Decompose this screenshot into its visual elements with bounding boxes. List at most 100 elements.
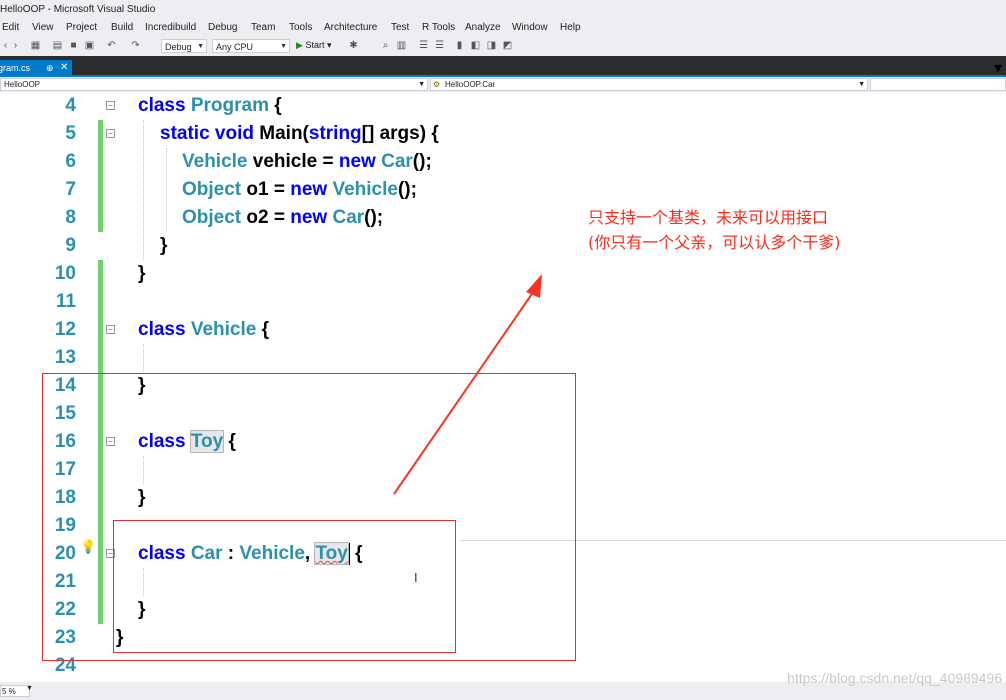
line-number: 9 (65, 235, 76, 256)
forward-icon[interactable]: › (10, 40, 21, 51)
keyword: void (214, 123, 254, 144)
line-number: 4 (65, 95, 76, 116)
type-name: Object (182, 179, 242, 200)
browser-link-icon[interactable]: ✱ (348, 40, 359, 51)
menu-rtools[interactable]: R Tools (422, 22, 455, 33)
brace: { (274, 95, 282, 116)
next-bookmark-icon[interactable]: ◨ (486, 40, 497, 51)
keyword: new (338, 151, 376, 172)
save-icon[interactable]: ■ (68, 40, 79, 51)
indent-guide (166, 148, 167, 232)
menu-view[interactable]: View (32, 22, 54, 33)
type-name: Vehicle (182, 151, 248, 172)
chevron-down-icon[interactable]: ▾ (994, 58, 1006, 77)
menu-window[interactable]: Window (512, 22, 548, 33)
configuration-dropdown[interactable]: Debug ▼ (161, 39, 207, 53)
redo-icon[interactable]: ↷ (130, 40, 141, 51)
menu-analyze[interactable]: Analyze (465, 22, 501, 33)
member-value: HelloOOP.Car (445, 80, 496, 89)
line-number: 11 (55, 291, 76, 312)
bookmark-icon[interactable]: ▮ (454, 40, 465, 51)
annotation-arrow (393, 274, 542, 495)
line-number: 12 (54, 319, 76, 340)
annotation-text-line-2: (你只有一个父亲，可以认多个干爹) (588, 233, 841, 252)
zoom-value: 5 % (2, 687, 16, 696)
menu-team[interactable]: Team (251, 22, 275, 33)
keyword: static (160, 123, 210, 144)
chevron-down-icon: ▼ (280, 43, 287, 50)
watermark-text: https://blog.csdn.net/qq_40989496 (787, 670, 1002, 686)
third-dropdown[interactable] (870, 78, 1006, 91)
identifier: vehicle = (252, 151, 339, 172)
keyword: new (290, 207, 328, 228)
project-dropdown[interactable]: HelloOOP ▼ (0, 78, 428, 91)
arrow-head (526, 274, 542, 298)
code-line-9: } (160, 235, 168, 256)
code-line-7: Object o1 = new Vehicle(); (182, 176, 417, 204)
prev-bookmark-icon[interactable]: ◧ (470, 40, 481, 51)
pin-icon[interactable]: ⊕ (46, 60, 54, 76)
tab-label: Program.cs (0, 63, 31, 73)
class-icon: ⚙ (433, 80, 441, 89)
menu-build[interactable]: Build (111, 22, 133, 33)
keyword: class (138, 95, 186, 116)
chevron-down-icon: ▼ (858, 81, 865, 88)
type-name: Car (381, 151, 413, 172)
new-project-icon[interactable]: ▦ (30, 40, 41, 51)
save-all-icon[interactable]: ▣ (84, 40, 95, 51)
document-tab-strip (0, 56, 1006, 77)
type-name: Vehicle (332, 179, 398, 200)
clear-bookmarks-icon[interactable]: ◩ (502, 40, 513, 51)
identifier: o1 = (246, 179, 291, 200)
navigation-bar: HelloOOP ▼ ⚙ HelloOOP.Car ▼ (0, 77, 1006, 93)
code-line-12: class Vehicle { (138, 316, 269, 344)
platform-dropdown[interactable]: Any CPU ▼ (212, 39, 290, 53)
chevron-down-icon[interactable]: ▼ (26, 685, 33, 692)
type-name: Car (332, 207, 365, 228)
indent-icon[interactable]: ☰ (434, 40, 445, 51)
project-value: HelloOOP (4, 80, 41, 89)
find-icon[interactable]: ⌕ (380, 40, 391, 51)
solution-explorer-icon[interactable]: ▥ (396, 40, 407, 51)
open-file-icon[interactable]: ▤ (52, 40, 63, 51)
code-line-6: Vehicle vehicle = new Car(); (182, 148, 432, 176)
type-name: Object (182, 207, 242, 228)
play-icon: ▶ (296, 40, 303, 50)
collapse-icon[interactable]: − (106, 101, 115, 110)
identifier: o2 = (246, 207, 291, 228)
outdent-icon[interactable]: ☰ (418, 40, 429, 51)
menu-incredibuild[interactable]: Incredibuild (145, 22, 196, 33)
start-button[interactable]: ▶ Start ▾ (296, 40, 332, 51)
code-editor[interactable]: 4 5 6 7 8 9 10 11 12 13 14 15 16 17 18 1… (0, 92, 1006, 682)
keyword: string (308, 123, 362, 144)
tab-program-cs[interactable]: Program.cs ⊕ ✕ (0, 60, 72, 76)
line-number: 7 (65, 179, 76, 200)
menu-help[interactable]: Help (560, 22, 581, 33)
title-bar: HelloOOP - Microsoft Visual Studio (0, 0, 1006, 20)
line-number: 6 (65, 151, 76, 172)
window-title: HelloOOP - Microsoft Visual Studio (0, 4, 156, 15)
menu-edit[interactable]: Edit (2, 22, 19, 33)
toolbar: ‹ › ▦ ▤ ■ ▣ ↶ ↷ Debug ▼ Any CPU ▼ ▶ Star… (0, 37, 1006, 56)
collapse-icon[interactable]: − (106, 325, 115, 334)
menu-test[interactable]: Test (391, 22, 409, 33)
line-number: 10 (54, 263, 76, 284)
chevron-down-icon: ▾ (326, 40, 332, 50)
member-dropdown[interactable]: ⚙ HelloOOP.Car ▼ (430, 78, 868, 91)
indent-guide (143, 344, 144, 372)
menu-debug[interactable]: Debug (208, 22, 237, 33)
line-number: 5 (65, 123, 76, 144)
platform-value: Any CPU (216, 42, 254, 52)
change-indicator (98, 120, 103, 232)
keyword: new (290, 179, 328, 200)
punctuation: (); (397, 179, 417, 200)
punctuation: (); (364, 207, 384, 228)
keyword: class (138, 319, 186, 340)
menu-tools[interactable]: Tools (289, 22, 312, 33)
code-line-8: Object o2 = new Car(); (182, 204, 383, 232)
close-icon[interactable]: ✕ (60, 60, 68, 76)
undo-icon[interactable]: ↶ (106, 40, 117, 51)
menu-architecture[interactable]: Architecture (324, 22, 377, 33)
menu-project[interactable]: Project (66, 22, 97, 33)
collapse-icon[interactable]: − (106, 129, 115, 138)
